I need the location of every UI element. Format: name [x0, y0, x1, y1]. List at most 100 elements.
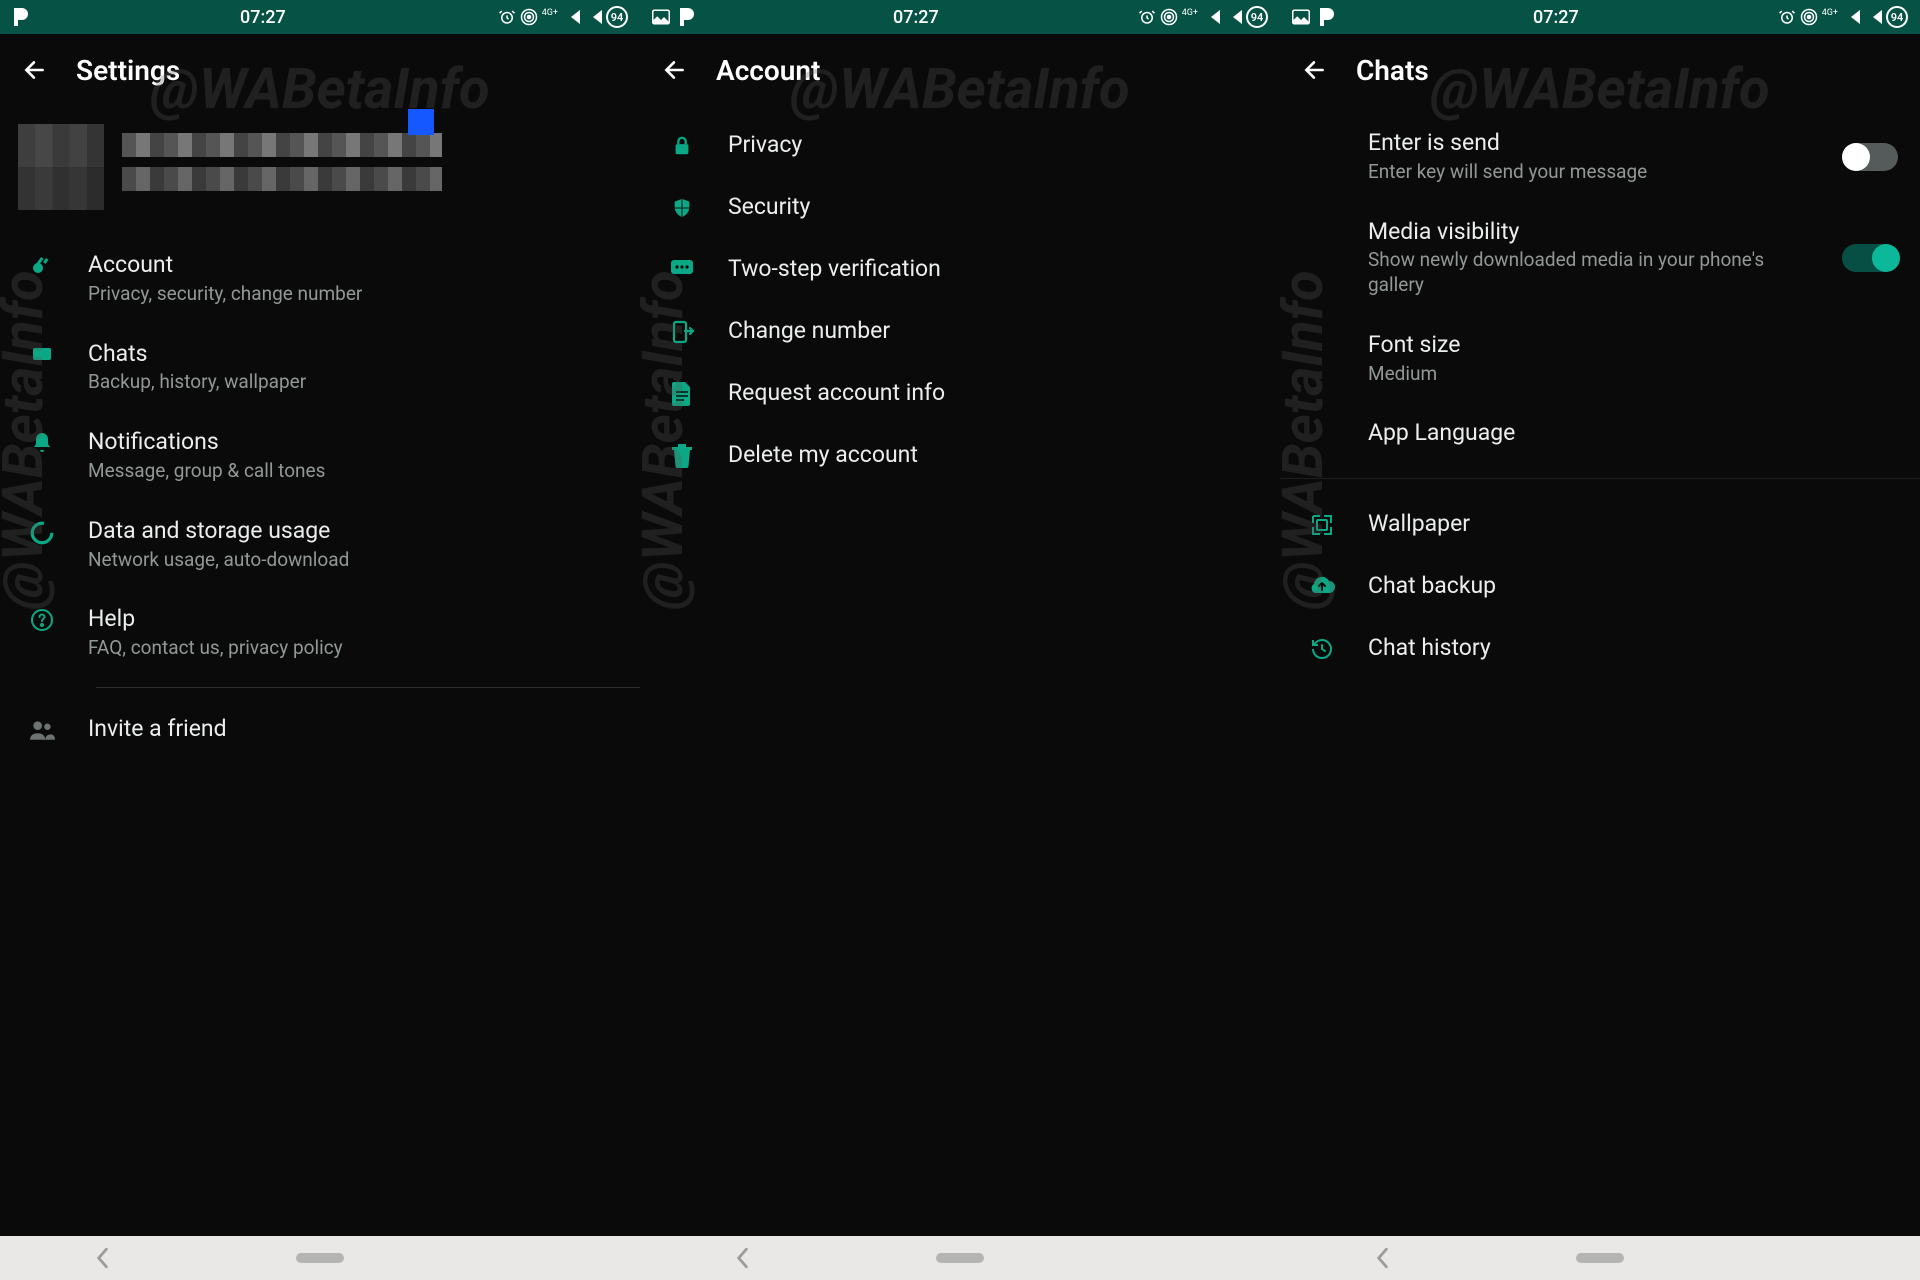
- item-title: Help: [88, 604, 618, 634]
- chats-enter-is-send[interactable]: Enter is send Enter key will send your m…: [1280, 112, 1920, 201]
- people-icon: [22, 714, 62, 742]
- cloud-upload-icon: [1302, 571, 1342, 595]
- nav-back-icon[interactable]: [93, 1247, 111, 1269]
- net-label: 4G+: [542, 9, 558, 18]
- profile-name-blurred: [122, 133, 442, 201]
- logo-p-icon: [12, 8, 28, 26]
- chat-icon: [22, 339, 62, 367]
- sim-swap-icon: [662, 316, 702, 346]
- settings-help[interactable]: HelpFAQ, contact us, privacy policy: [0, 588, 640, 677]
- account-two-step[interactable]: Two-step verification: [640, 238, 1280, 300]
- key-icon: [22, 250, 62, 278]
- chats-font-size[interactable]: Font size Medium: [1280, 314, 1920, 403]
- item-sub: Privacy, security, change number: [88, 282, 618, 307]
- settings-data-storage[interactable]: Data and storage usageNetwork usage, aut…: [0, 500, 640, 589]
- document-icon: [662, 378, 702, 406]
- item-title: Two-step verification: [728, 254, 1258, 284]
- hotspot-icon: [520, 8, 538, 26]
- item-title: Privacy: [728, 130, 1258, 160]
- trash-icon: [662, 440, 702, 468]
- lock-icon: [662, 130, 702, 158]
- battery-badge: 94: [606, 6, 628, 28]
- app-bar: Chats: [1280, 34, 1920, 106]
- alarm-icon: [498, 8, 516, 26]
- battery-badge: 94: [1886, 6, 1908, 28]
- signal-icon: [1224, 10, 1242, 24]
- item-title: Chat history: [1368, 633, 1898, 663]
- chats-wallpaper[interactable]: Wallpaper: [1280, 493, 1920, 555]
- account-privacy[interactable]: Privacy: [640, 114, 1280, 176]
- profile-row[interactable]: [0, 106, 640, 234]
- item-title: Security: [728, 192, 1258, 222]
- image-icon: [652, 9, 670, 25]
- settings-invite[interactable]: Invite a friend: [0, 698, 640, 760]
- item-title: Change number: [728, 316, 1258, 346]
- history-icon: [1302, 633, 1342, 661]
- toggle-enter-send[interactable]: [1842, 143, 1898, 171]
- hotspot-icon: [1160, 8, 1178, 26]
- item-title: Chats: [88, 339, 618, 369]
- data-usage-icon: [22, 516, 62, 546]
- page-title: Settings: [76, 54, 180, 87]
- net-label: 4G+: [1822, 9, 1838, 18]
- item-sub: Network usage, auto-download: [88, 548, 618, 573]
- signal-icon: [562, 10, 580, 24]
- status-bar: 07:27 4G+ 94: [640, 0, 1280, 34]
- status-bar: 07:27 4G+ 94: [0, 0, 640, 34]
- item-title: Enter is send: [1368, 128, 1816, 158]
- page-title: Account: [716, 54, 820, 87]
- divider: [96, 687, 640, 688]
- settings-notifications[interactable]: NotificationsMessage, group & call tones: [0, 411, 640, 500]
- toggle-media-visibility[interactable]: [1842, 244, 1898, 272]
- nav-back-icon[interactable]: [733, 1247, 751, 1269]
- android-nav-bar: [0, 1236, 1920, 1280]
- back-icon[interactable]: [1302, 57, 1328, 83]
- item-title: Media visibility: [1368, 217, 1816, 247]
- bell-icon: [22, 427, 62, 455]
- app-bar: Account: [640, 34, 1280, 106]
- clock: 07:27: [694, 7, 1138, 28]
- item-sub: Backup, history, wallpaper: [88, 370, 618, 395]
- item-sub: Message, group & call tones: [88, 459, 618, 484]
- chats-history[interactable]: Chat history: [1280, 617, 1920, 679]
- signal-icon: [1202, 10, 1220, 24]
- account-security[interactable]: Security: [640, 176, 1280, 238]
- account-request-info[interactable]: Request account info: [640, 362, 1280, 424]
- nav-home-pill[interactable]: [936, 1253, 984, 1263]
- account-delete[interactable]: Delete my account: [640, 424, 1280, 486]
- image-icon: [1292, 9, 1310, 25]
- item-title: Data and storage usage: [88, 516, 618, 546]
- settings-chats[interactable]: ChatsBackup, history, wallpaper: [0, 323, 640, 412]
- chats-backup[interactable]: Chat backup: [1280, 555, 1920, 617]
- signal-icon: [584, 10, 602, 24]
- account-change-number[interactable]: Change number: [640, 300, 1280, 362]
- back-icon[interactable]: [662, 57, 688, 83]
- item-title: Wallpaper: [1368, 509, 1898, 539]
- clock: 07:27: [28, 7, 498, 28]
- nav-home-pill[interactable]: [296, 1253, 344, 1263]
- app-bar: Settings: [0, 34, 640, 106]
- item-title: Request account info: [728, 378, 1258, 408]
- avatar: [18, 124, 104, 210]
- chats-app-language[interactable]: App Language: [1280, 402, 1920, 464]
- section-divider: [1280, 478, 1920, 479]
- item-title: Chat backup: [1368, 571, 1898, 601]
- nav-back-icon[interactable]: [1373, 1247, 1391, 1269]
- item-sub: FAQ, contact us, privacy policy: [88, 636, 618, 661]
- item-title: Invite a friend: [88, 714, 618, 744]
- item-sub: Show newly downloaded media in your phon…: [1368, 248, 1816, 297]
- screen-account: @WABetaInfo @WABetaInfo 07:27 4G+ 94 Acc…: [640, 0, 1280, 1236]
- settings-account[interactable]: AccountPrivacy, security, change number: [0, 234, 640, 323]
- net-label: 4G+: [1182, 9, 1198, 18]
- item-sub: Enter key will send your message: [1368, 160, 1816, 185]
- page-title: Chats: [1356, 54, 1429, 87]
- back-icon[interactable]: [22, 57, 48, 83]
- alarm-icon: [1778, 8, 1796, 26]
- screen-chats: @WABetaInfo @WABetaInfo 07:27 4G+ 94 Cha…: [1280, 0, 1920, 1236]
- battery-badge: 94: [1246, 6, 1268, 28]
- help-icon: [22, 604, 62, 632]
- item-title: Account: [88, 250, 618, 280]
- nav-home-pill[interactable]: [1576, 1253, 1624, 1263]
- chats-media-visibility[interactable]: Media visibility Show newly downloaded m…: [1280, 201, 1920, 314]
- wallpaper-icon: [1302, 509, 1342, 537]
